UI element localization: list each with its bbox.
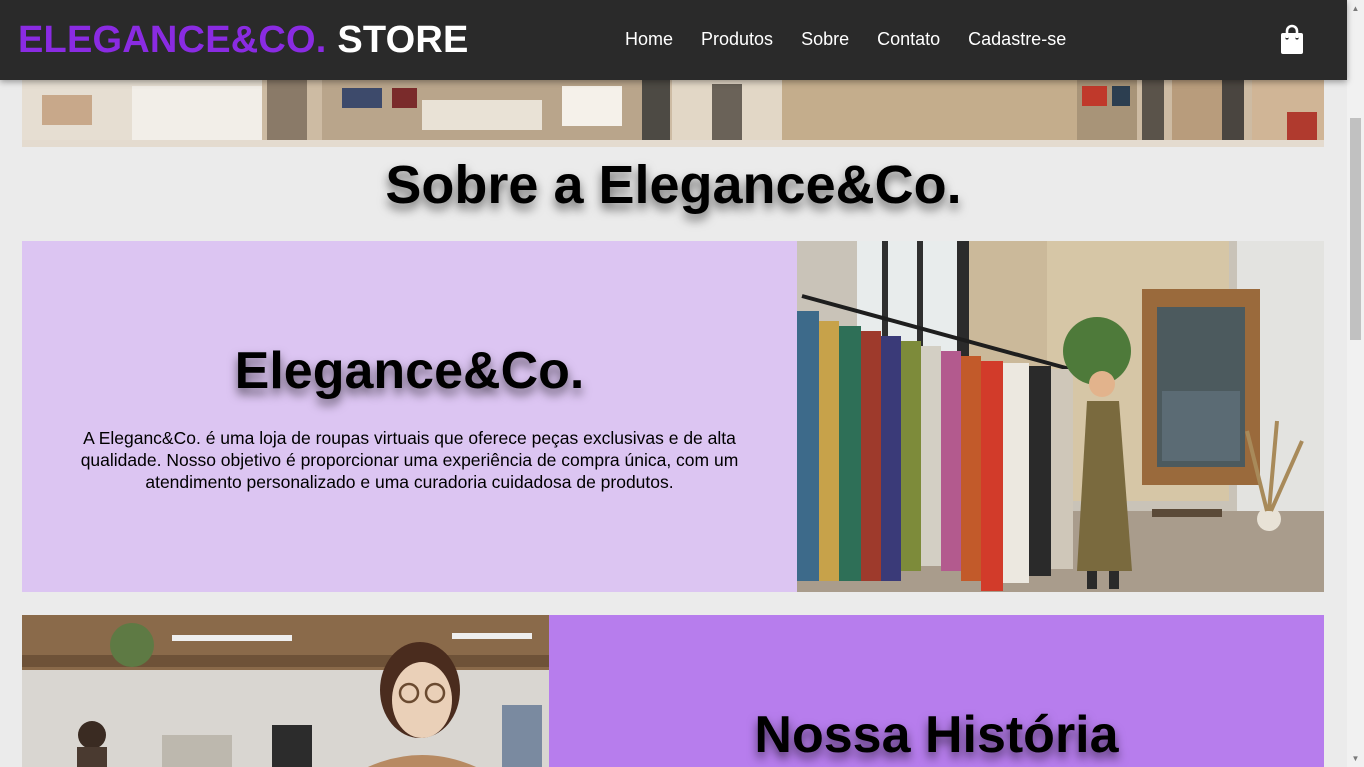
about-heading: Elegance&Co.: [234, 342, 585, 400]
nav-link-home[interactable]: Home: [611, 27, 687, 51]
shopping-bag-icon[interactable]: [1278, 24, 1306, 56]
top-navigation-bar: ELEGANCE&CO. STORE Home Produtos Sobre C…: [0, 0, 1347, 80]
scroll-up-arrow-icon[interactable]: ▲: [1347, 0, 1364, 17]
history-text-panel: Nossa História: [549, 615, 1324, 767]
page-title: Sobre a Elegance&Co.: [385, 155, 962, 215]
brand-name: ELEGANCE&CO.: [18, 19, 327, 61]
nav-link-contato[interactable]: Contato: [863, 27, 954, 51]
main-nav: Home Produtos Sobre Contato Cadastre-se: [611, 27, 1080, 51]
nav-link-cadastre-se[interactable]: Cadastre-se: [954, 27, 1080, 51]
scrollbar-thumb[interactable]: [1350, 118, 1361, 340]
founder-portrait-photo: [22, 615, 549, 767]
nav-link-sobre[interactable]: Sobre: [787, 27, 863, 51]
brand-suffix: STORE: [337, 19, 469, 61]
about-text-panel: Elegance&Co. A Eleganc&Co. é uma loja de…: [22, 241, 797, 592]
brand-logo[interactable]: ELEGANCE&CO. STORE: [18, 19, 469, 61]
history-heading: Nossa História: [754, 706, 1119, 764]
page-scrollbar[interactable]: ▲ ▼: [1347, 0, 1364, 767]
clothing-store-photo: [797, 241, 1324, 592]
nav-link-produtos[interactable]: Produtos: [687, 27, 787, 51]
scroll-down-arrow-icon[interactable]: ▼: [1347, 750, 1364, 767]
about-description: A Eleganc&Co. é uma loja de roupas virtu…: [80, 428, 739, 492]
